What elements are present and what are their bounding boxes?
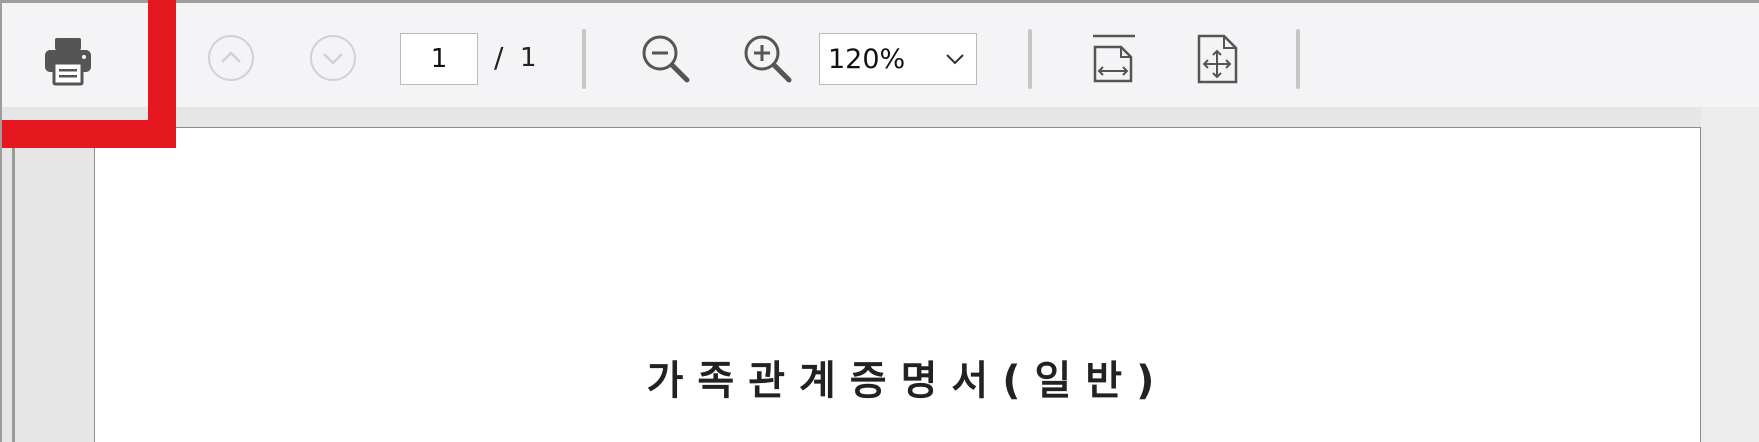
printer-icon bbox=[45, 38, 91, 86]
page-number-input[interactable] bbox=[400, 33, 478, 85]
page-total: 1 bbox=[520, 43, 537, 73]
fit-width-icon bbox=[1093, 34, 1135, 83]
chevron-down-circle-icon bbox=[310, 35, 356, 81]
chevron-up-circle-icon bbox=[208, 35, 254, 81]
toolbar-divider bbox=[1028, 29, 1032, 89]
zoom-in-icon bbox=[744, 35, 792, 83]
zoom-in-button[interactable] bbox=[740, 31, 796, 87]
fit-width-button[interactable] bbox=[1088, 31, 1140, 87]
document-page: 가족관계증명서(일반) bbox=[94, 127, 1701, 442]
viewport-left-edge bbox=[12, 125, 15, 442]
zoom-level-select[interactable]: 120% bbox=[819, 33, 977, 85]
previous-page-button[interactable] bbox=[206, 33, 256, 83]
zoom-out-button[interactable] bbox=[638, 31, 694, 87]
fit-page-button[interactable] bbox=[1192, 31, 1244, 87]
page-separator: / bbox=[494, 41, 504, 74]
chevron-down-icon bbox=[946, 54, 964, 65]
viewport-right-gutter bbox=[1701, 107, 1759, 442]
next-page-button[interactable] bbox=[308, 33, 358, 83]
document-title: 가족관계증명서(일반) bbox=[646, 358, 1169, 404]
pdf-viewer: / 1 120% bbox=[0, 0, 1759, 442]
zoom-level-value: 120% bbox=[828, 43, 906, 75]
toolbar: / 1 120% bbox=[2, 3, 1759, 107]
fit-page-icon bbox=[1197, 34, 1238, 84]
document-viewport[interactable]: 가족관계증명서(일반) bbox=[2, 107, 1759, 442]
zoom-out-icon bbox=[642, 35, 690, 83]
print-button[interactable] bbox=[30, 25, 106, 97]
toolbar-divider bbox=[582, 29, 586, 89]
toolbar-divider bbox=[1296, 29, 1300, 89]
